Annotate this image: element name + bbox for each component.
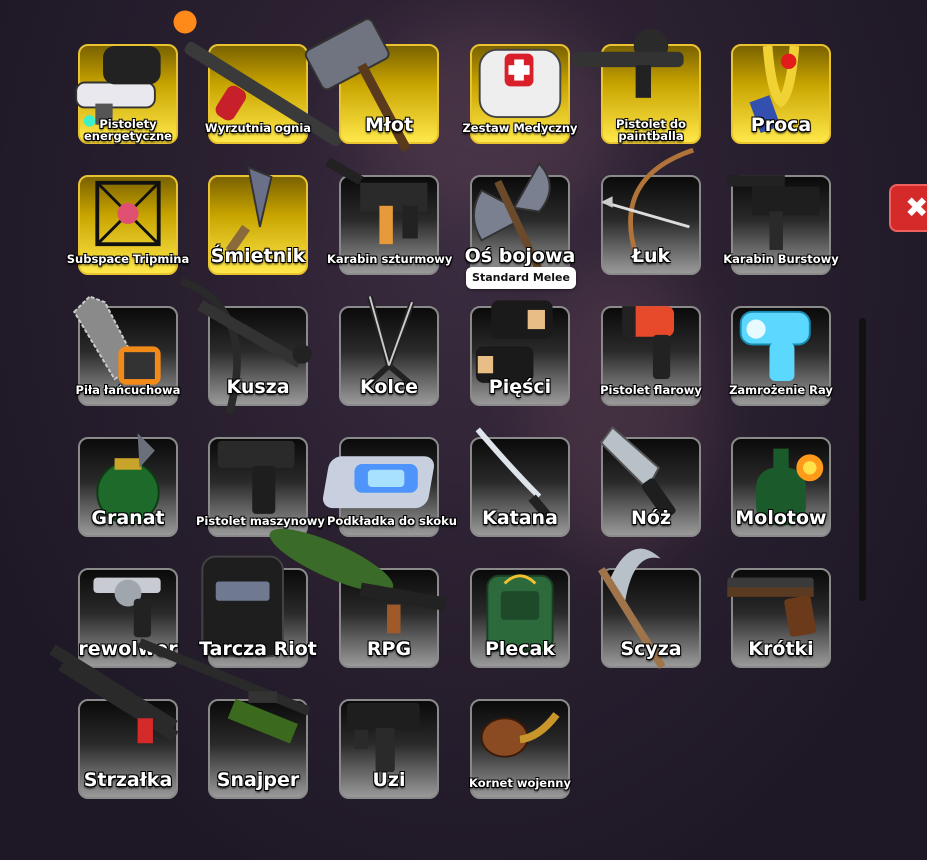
item-label: Śmietnik bbox=[210, 245, 306, 268]
item-slot[interactable]: Łuk bbox=[601, 147, 701, 275]
item-label: RPG bbox=[366, 638, 412, 661]
item-slot[interactable]: RPG bbox=[269, 528, 447, 668]
item-slot[interactable]: Zestaw Medyczny bbox=[462, 44, 578, 144]
item-label: Pięści bbox=[488, 376, 552, 399]
item-slot[interactable]: Młot bbox=[304, 18, 439, 153]
scrollbar[interactable] bbox=[859, 318, 866, 601]
item-label: Katana bbox=[482, 507, 558, 530]
item-label: Strzałka bbox=[83, 769, 173, 792]
item-slot[interactable]: Karabin szturmowy bbox=[325, 157, 452, 275]
item-slot[interactable]: Krótki bbox=[727, 568, 831, 668]
item-tooltip: Standard Melee bbox=[466, 267, 576, 289]
item-slot[interactable]: Zamrożenie Ray bbox=[729, 306, 833, 406]
item-label: Wyrzutnia ognia bbox=[204, 120, 312, 135]
item-label: Piła łańcuchowa bbox=[75, 382, 181, 397]
item-slot[interactable]: Kolce bbox=[339, 295, 439, 406]
item-slot[interactable]: rewolwer bbox=[78, 568, 178, 668]
item-slot[interactable]: Tarcza Riot bbox=[199, 555, 317, 668]
item-label: Oś bojowa bbox=[464, 245, 576, 268]
item-label: Pistolety energetyczne bbox=[84, 116, 172, 143]
item-slot[interactable]: Pistolety energetyczne bbox=[75, 44, 178, 144]
item-slot[interactable]: Oś bojowa bbox=[465, 161, 575, 279]
item-slot[interactable]: Pięści bbox=[470, 300, 570, 406]
item-label: Krótki bbox=[748, 638, 814, 661]
item-label: Scyza bbox=[620, 638, 682, 661]
item-label: Karabin Burstowy bbox=[723, 251, 839, 266]
item-slot[interactable]: Śmietnik bbox=[208, 165, 308, 275]
item-label: Tarcza Riot bbox=[199, 638, 317, 661]
item-label: Plecak bbox=[484, 638, 556, 661]
item-label: rewolwer bbox=[78, 638, 178, 661]
item-slot[interactable]: Plecak bbox=[470, 568, 570, 668]
item-label: Kusza bbox=[226, 376, 290, 399]
item-slot[interactable]: Proca bbox=[731, 44, 831, 144]
item-label: Pistolet flarowy bbox=[600, 382, 702, 397]
item-slot[interactable]: Piła łańcuchowa bbox=[73, 295, 180, 406]
item-slot[interactable]: Subspace Tripmina bbox=[67, 175, 189, 275]
item-label: Molotow bbox=[735, 507, 827, 530]
item-slot[interactable]: Pistolet maszynowy bbox=[196, 437, 325, 537]
item-label: Młot bbox=[364, 114, 414, 137]
item-slot[interactable]: Karabin Burstowy bbox=[723, 175, 839, 275]
item-slot[interactable]: Katana bbox=[470, 427, 570, 537]
inventory-grid: Pistolety energetyczne Wyrzutnia ognia Mło… bbox=[0, 0, 927, 860]
item-label: Uzi bbox=[372, 769, 406, 792]
item-slot[interactable]: Scyza bbox=[598, 548, 701, 669]
item-label: Pistolet maszynowy bbox=[196, 513, 325, 528]
item-label: Nóż bbox=[630, 507, 671, 530]
item-label: Kornet wojenny bbox=[469, 775, 571, 790]
close-icon: ✖ bbox=[905, 191, 927, 224]
item-label: Podkładka do skoku bbox=[327, 513, 457, 528]
item-slot[interactable]: Molotow bbox=[731, 437, 831, 537]
item-label: Zamrożenie Ray bbox=[729, 382, 833, 397]
item-label: Karabin szturmowy bbox=[327, 251, 453, 266]
item-label: Granat bbox=[91, 507, 165, 530]
item-slot[interactable]: Pistolet do paintballa bbox=[572, 28, 701, 144]
item-slot[interactable]: Nóż bbox=[599, 426, 701, 537]
item-slot[interactable]: Granat bbox=[78, 433, 178, 537]
item-slot[interactable]: Podkładka do skoku bbox=[322, 437, 457, 537]
item-slot[interactable]: Uzi bbox=[339, 699, 439, 799]
item-label: Snajper bbox=[216, 769, 300, 792]
close-button[interactable]: ✖ bbox=[889, 184, 927, 232]
item-label: Subspace Tripmina bbox=[66, 251, 190, 266]
item-label: Kolce bbox=[359, 376, 419, 399]
item-slot[interactable]: Wyrzutnia ognia bbox=[173, 10, 343, 147]
item-slot[interactable]: Snajper bbox=[138, 638, 311, 799]
item-slot[interactable]: Kornet wojenny bbox=[469, 699, 571, 799]
item-slot[interactable]: Strzałka bbox=[49, 644, 179, 799]
item-slot[interactable]: Pistolet flarowy bbox=[600, 306, 702, 406]
item-label: Proca bbox=[750, 114, 812, 137]
item-label: Pistolet do paintballa bbox=[616, 116, 686, 143]
item-label: Zestaw Medyczny bbox=[462, 120, 578, 135]
item-slot[interactable]: Kusza bbox=[179, 277, 312, 415]
item-label: Łuk bbox=[631, 245, 671, 268]
